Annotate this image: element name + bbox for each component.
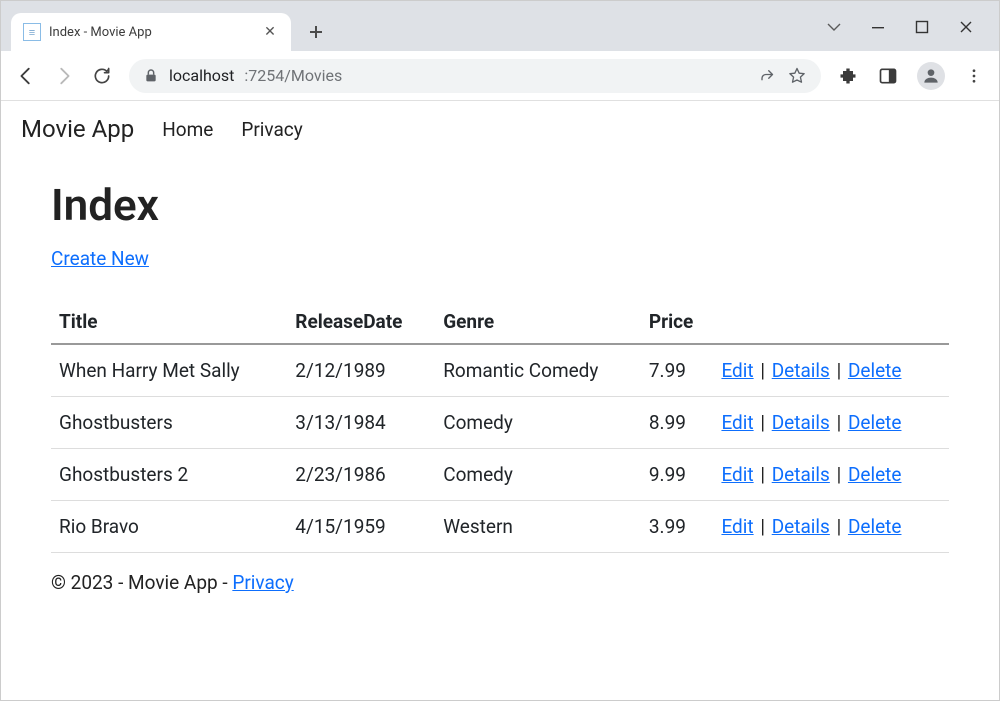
cell-actions: Edit | Details | Delete: [713, 501, 949, 553]
create-new-link[interactable]: Create New: [51, 247, 149, 270]
edit-link[interactable]: Edit: [721, 463, 753, 486]
new-tab-button[interactable]: [301, 17, 331, 47]
table-row: Ghostbusters3/13/1984Comedy8.99Edit | De…: [51, 397, 949, 449]
extensions-icon[interactable]: [837, 65, 859, 87]
footer-privacy-link[interactable]: Privacy: [232, 571, 293, 594]
delete-link[interactable]: Delete: [848, 411, 902, 434]
cell-releasedate: 2/12/1989: [287, 344, 435, 397]
footer-text: © 2023 - Movie App -: [51, 571, 232, 594]
col-genre: Genre: [435, 300, 641, 344]
cell-actions: Edit | Details | Delete: [713, 397, 949, 449]
cell-releasedate: 3/13/1984: [287, 397, 435, 449]
delete-link[interactable]: Delete: [848, 463, 902, 486]
delete-link[interactable]: Delete: [848, 515, 902, 538]
bookmark-star-icon[interactable]: [787, 66, 807, 86]
cell-title: When Harry Met Sally: [51, 344, 287, 397]
browser-titlebar: Index - Movie App ✕: [1, 1, 999, 51]
cell-actions: Edit | Details | Delete: [713, 344, 949, 397]
cell-genre: Comedy: [435, 397, 641, 449]
table-header-row: Title ReleaseDate Genre Price: [51, 300, 949, 344]
maximize-icon[interactable]: [913, 18, 931, 36]
cell-title: Ghostbusters 2: [51, 449, 287, 501]
details-link[interactable]: Details: [772, 515, 830, 538]
cell-price: 3.99: [641, 501, 714, 553]
chevron-down-icon[interactable]: [825, 18, 843, 36]
edit-link[interactable]: Edit: [721, 359, 753, 382]
details-link[interactable]: Details: [772, 463, 830, 486]
url-host: localhost: [169, 66, 234, 85]
col-releasedate: ReleaseDate: [287, 300, 435, 344]
delete-link[interactable]: Delete: [848, 359, 902, 382]
cell-genre: Romantic Comedy: [435, 344, 641, 397]
cell-price: 9.99: [641, 449, 714, 501]
brand-link[interactable]: Movie App: [21, 115, 134, 143]
col-title: Title: [51, 300, 287, 344]
minimize-icon[interactable]: [869, 18, 887, 36]
browser-toolbar: localhost :7254/Movies: [1, 51, 999, 101]
table-row: Rio Bravo4/15/1959Western3.99Edit | Deta…: [51, 501, 949, 553]
menu-dots-icon[interactable]: [963, 65, 985, 87]
back-button[interactable]: [15, 65, 37, 87]
col-actions: [713, 300, 949, 344]
cell-genre: Western: [435, 501, 641, 553]
page-viewport: Movie App Home Privacy Index Create New …: [1, 101, 999, 612]
url-path: :7254/Movies: [244, 66, 342, 85]
reload-button[interactable]: [91, 65, 113, 87]
table-row: When Harry Met Sally2/12/1989Romantic Co…: [51, 344, 949, 397]
edit-link[interactable]: Edit: [721, 515, 753, 538]
address-bar[interactable]: localhost :7254/Movies: [129, 59, 821, 93]
cell-releasedate: 2/23/1986: [287, 449, 435, 501]
close-icon[interactable]: [957, 18, 975, 36]
forward-button[interactable]: [53, 65, 75, 87]
site-nav: Movie App Home Privacy: [1, 101, 999, 161]
movies-table: Title ReleaseDate Genre Price When Harry…: [51, 300, 949, 553]
profile-avatar[interactable]: [917, 62, 945, 90]
tab-close-icon[interactable]: ✕: [261, 24, 279, 40]
browser-tab[interactable]: Index - Movie App ✕: [11, 13, 291, 51]
tab-title: Index - Movie App: [49, 25, 253, 40]
page-footer: © 2023 - Movie App - Privacy: [1, 553, 999, 612]
nav-privacy[interactable]: Privacy: [241, 118, 302, 141]
share-icon[interactable]: [759, 67, 777, 85]
table-row: Ghostbusters 22/23/1986Comedy9.99Edit | …: [51, 449, 949, 501]
side-panel-icon[interactable]: [877, 65, 899, 87]
cell-title: Ghostbusters: [51, 397, 287, 449]
cell-actions: Edit | Details | Delete: [713, 449, 949, 501]
cell-price: 8.99: [641, 397, 714, 449]
cell-releasedate: 4/15/1959: [287, 501, 435, 553]
lock-icon: [143, 68, 159, 84]
details-link[interactable]: Details: [772, 359, 830, 382]
details-link[interactable]: Details: [772, 411, 830, 434]
cell-price: 7.99: [641, 344, 714, 397]
window-controls: [825, 1, 999, 41]
cell-title: Rio Bravo: [51, 501, 287, 553]
favicon-icon: [23, 23, 41, 41]
col-price: Price: [641, 300, 714, 344]
nav-home[interactable]: Home: [162, 118, 213, 141]
edit-link[interactable]: Edit: [721, 411, 753, 434]
page-title: Index: [51, 179, 949, 231]
cell-genre: Comedy: [435, 449, 641, 501]
